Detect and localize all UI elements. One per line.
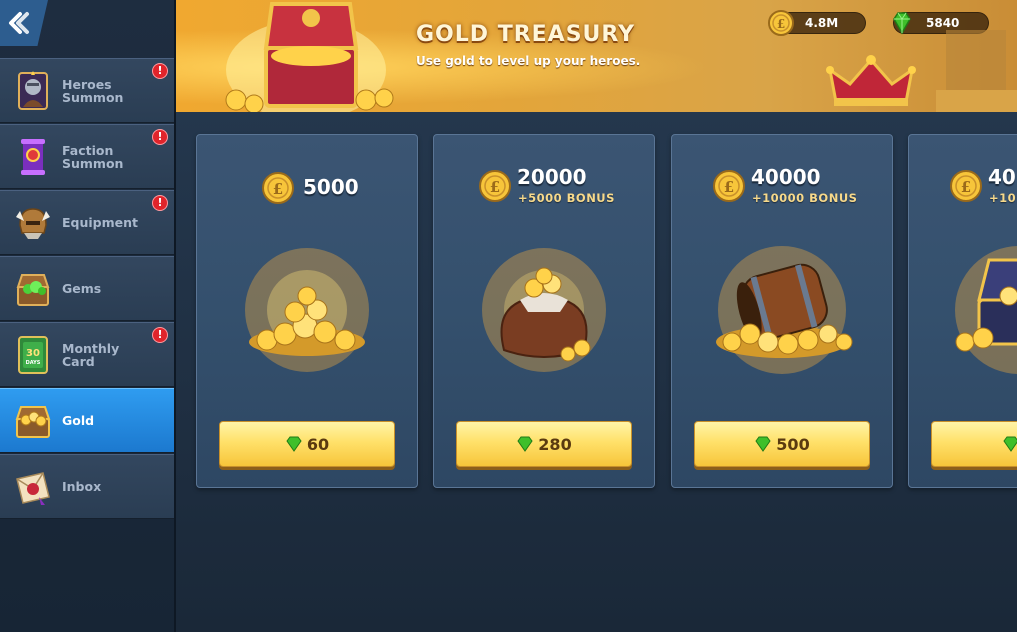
offer-header: £ 20000 +5000 BONUS xyxy=(434,165,654,209)
gold-treasure-chest-icon xyxy=(955,246,1017,374)
purple-scroll-icon xyxy=(12,136,54,178)
offer-amount: 5000 xyxy=(303,175,359,199)
sidebar-item-faction-summon[interactable]: Faction Summon ! xyxy=(0,124,174,189)
gold-sack-icon xyxy=(482,248,606,372)
sidebar-item-inbox[interactable]: Inbox xyxy=(0,454,174,519)
sidebar: Heroes Summon ! Faction Summon ! Equipme… xyxy=(0,0,176,632)
sidebar-item-monthly-card[interactable]: 30 DAYS Monthly Card ! xyxy=(0,322,174,387)
gold-coin-icon: £ xyxy=(768,10,794,36)
buy-button[interactable]: 4 xyxy=(931,421,1017,467)
sidebar-item-label: Equipment xyxy=(62,215,138,230)
treasure-chest-art xyxy=(225,2,394,112)
gold-treasury-banner: GOLD TREASURY Use gold to level up your … xyxy=(176,0,1017,112)
offer-amount: 40 xyxy=(988,165,1016,189)
alert-badge: ! xyxy=(152,63,168,79)
price-label: 280 xyxy=(538,434,572,454)
sidebar-item-label: Heroes Summon xyxy=(62,76,124,105)
gem-icon xyxy=(893,12,911,35)
envelope-icon xyxy=(12,466,54,508)
svg-text:£: £ xyxy=(724,178,734,196)
sidebar-item-gold[interactable]: Gold xyxy=(0,388,174,453)
sidebar-item-label: Gems xyxy=(62,281,102,296)
back-button[interactable] xyxy=(0,0,48,46)
alert-badge: ! xyxy=(152,195,168,211)
gem-icon xyxy=(1003,436,1017,452)
alert-badge: ! xyxy=(152,129,168,145)
sidebar-item-gems[interactable]: Gems xyxy=(0,256,174,321)
gem-chest-icon xyxy=(12,268,54,310)
gem-icon xyxy=(755,436,771,452)
svg-text:£: £ xyxy=(273,180,283,198)
price-label: 60 xyxy=(306,434,330,454)
sidebar-item-label: Monthly Card xyxy=(62,340,120,369)
gold-coin-icon: £ xyxy=(950,170,982,202)
gold-offer-card[interactable]: £ 5000 60 xyxy=(196,134,418,488)
nav-list: Heroes Summon ! Faction Summon ! Equipme… xyxy=(0,58,174,520)
gold-coin-icon: £ xyxy=(262,172,294,204)
gem-icon xyxy=(286,436,302,452)
gold-coin-icon: £ xyxy=(713,170,745,202)
gold-offer-card[interactable]: £ 40 +10 4 xyxy=(908,134,1017,488)
gold-balance: £ 4.8M xyxy=(768,10,866,36)
svg-text:£: £ xyxy=(490,178,500,196)
sidebar-item-label: Faction Summon xyxy=(62,142,124,171)
buy-button[interactable]: 500 xyxy=(694,421,870,467)
sidebar-item-equipment[interactable]: Equipment ! xyxy=(0,190,174,255)
sidebar-item-heroes-summon[interactable]: Heroes Summon ! xyxy=(0,58,174,123)
buy-button[interactable]: 60 xyxy=(219,421,395,467)
offer-header: £ 5000 xyxy=(197,169,417,209)
offer-bonus: +5000 BONUS xyxy=(518,191,615,205)
gold-coin-icon: £ xyxy=(479,170,511,202)
svg-text:£: £ xyxy=(777,17,785,31)
buy-button[interactable]: 280 xyxy=(456,421,632,467)
back-arrow-icon xyxy=(9,12,29,34)
banner-title: GOLD TREASURY xyxy=(416,22,636,47)
gold-barrel-icon xyxy=(716,246,853,374)
banner-subtitle: Use gold to level up your heroes. xyxy=(416,54,641,68)
crown-art xyxy=(826,55,916,106)
helmet-icon xyxy=(12,202,54,244)
background-treasure-art xyxy=(936,30,1017,112)
monthly-card-icon: 30 DAYS xyxy=(12,334,54,376)
svg-text:30: 30 xyxy=(26,348,40,359)
price-label: 500 xyxy=(776,434,810,454)
offer-header: £ 40 +10 xyxy=(909,165,1017,209)
offer-bonus: +10000 BONUS xyxy=(752,191,858,205)
offers-area: £ 5000 60 £ 20000 +5000 BONUS 280 £ 4000… xyxy=(176,112,1017,632)
offer-bonus: +10 xyxy=(989,191,1017,205)
gold-balance-value: 4.8M xyxy=(805,16,839,30)
gold-offer-card[interactable]: £ 40000 +10000 BONUS 500 xyxy=(671,134,893,488)
offer-amount: 40000 xyxy=(751,165,821,189)
svg-text:£: £ xyxy=(961,178,971,196)
sidebar-item-label: Gold xyxy=(62,413,95,428)
hero-portrait-icon xyxy=(12,70,54,112)
sidebar-item-label: Inbox xyxy=(62,479,102,494)
alert-badge: ! xyxy=(152,327,168,343)
svg-text:DAYS: DAYS xyxy=(26,360,41,366)
offer-amount: 20000 xyxy=(517,165,587,189)
offer-header: £ 40000 +10000 BONUS xyxy=(672,165,892,209)
gold-chest-icon xyxy=(12,400,54,442)
gold-pile-icon xyxy=(245,248,369,372)
gem-icon xyxy=(517,436,533,452)
gold-offer-card[interactable]: £ 20000 +5000 BONUS 280 xyxy=(433,134,655,488)
